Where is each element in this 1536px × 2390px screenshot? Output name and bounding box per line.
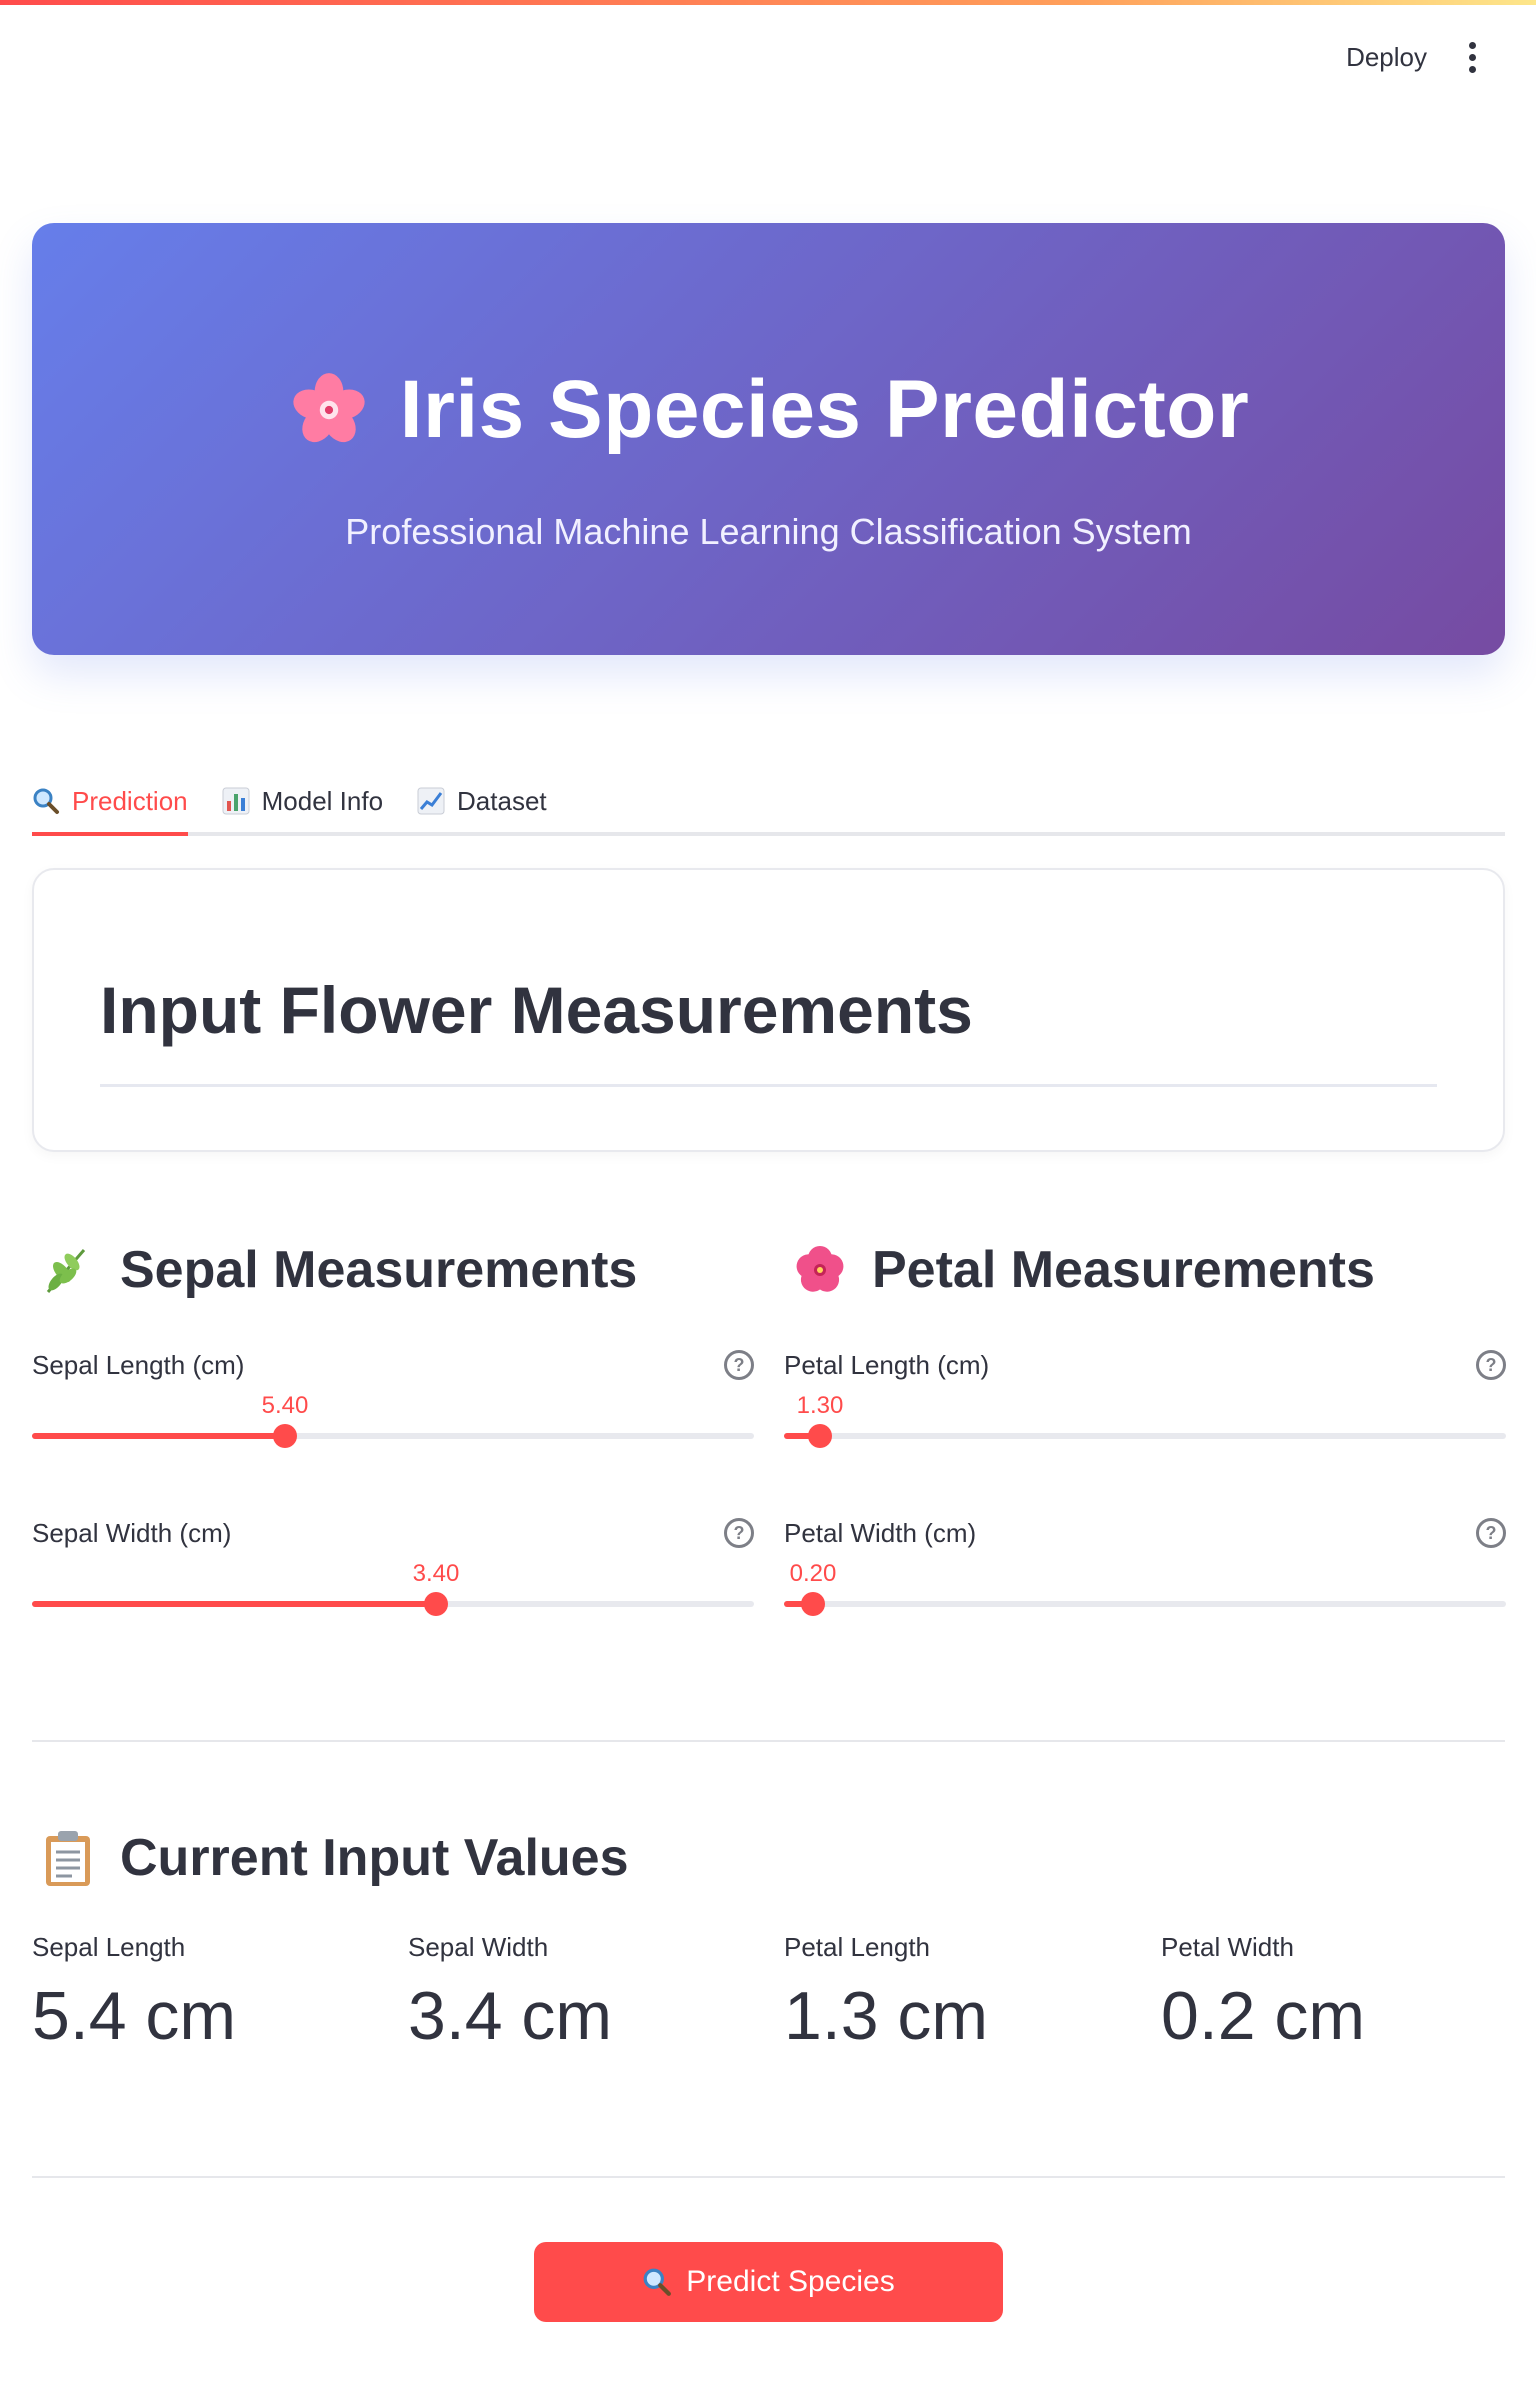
metric-petal-width: Petal Width 0.2 cm [1161,1932,1521,2055]
line-chart-icon [417,787,445,815]
herb-icon [46,1249,86,1293]
tab-model-info[interactable]: Model Info [222,770,383,832]
page-subtitle: Professional Machine Learning Classifica… [345,511,1192,552]
app-toolbar: Deploy [1346,38,1482,77]
slider-thumb[interactable] [424,1592,448,1616]
predict-button-label: Predict Species [686,2265,895,2298]
petal-section-heading: Petal Measurements [792,1240,1375,1300]
card-divider [100,1084,1437,1087]
magnifier-icon [643,2268,672,2296]
slider-thumb[interactable] [801,1592,825,1616]
slider-thumb[interactable] [273,1424,297,1448]
predict-species-button[interactable]: Predict Species [534,2242,1003,2322]
bar-chart-icon [222,787,250,815]
metric-label: Sepal Length [32,1932,186,1962]
slider-fill [32,1601,436,1607]
page-title: Iris Species Predictor [399,364,1250,455]
cherry-blossom-icon [293,373,365,443]
current-values-heading-text: Current Input Values [120,1829,629,1887]
clipboard-icon [46,1831,90,1886]
metric-petal-length: Petal Length 1.3 cm [784,1932,1144,2055]
metric-value: 1.3 cm [784,1978,989,2054]
tab-prediction[interactable]: Prediction [32,770,188,836]
metric-value: 5.4 cm [32,1978,237,2054]
slider-value: 0.20 [789,1560,837,1587]
metric-sepal-length: Sepal Length 5.4 cm [32,1932,392,2055]
metric-value: 3.4 cm [408,1978,613,2054]
petal-heading-text: Petal Measurements [872,1241,1375,1299]
tab-dataset-label: Dataset [457,785,547,816]
slider-label: Sepal Length (cm) [32,1350,245,1380]
slider-track[interactable] [784,1601,1506,1607]
input-measurements-card: Input Flower Measurements [32,868,1505,1152]
help-icon[interactable]: ? [724,1518,754,1548]
slider-label: Petal Width (cm) [784,1518,977,1548]
hero-banner: Iris Species Predictor Professional Mach… [32,223,1505,655]
sepal-width-slider[interactable]: Sepal Width (cm) ? 3.40 [32,1518,754,1668]
tab-bar: Prediction Model Info Dataset [32,770,1505,836]
current-values-heading: Current Input Values [40,1828,629,1888]
tab-dataset[interactable]: Dataset [417,770,547,832]
petal-length-slider[interactable]: Petal Length (cm) ? 1.30 [784,1350,1506,1500]
slider-thumb[interactable] [808,1424,832,1448]
deploy-button[interactable]: Deploy [1346,42,1427,73]
slider-value: 3.40 [412,1560,460,1587]
slider-fill [32,1433,285,1439]
hero-title-row: Iris Species Predictor [32,363,1505,457]
magnifier-icon [33,788,59,814]
slider-track[interactable] [32,1601,754,1607]
slider-value: 1.30 [796,1392,844,1419]
metric-sepal-width: Sepal Width 3.4 cm [408,1932,768,2055]
sepal-length-slider[interactable]: Sepal Length (cm) ? 5.40 [32,1350,754,1500]
tab-prediction-label: Prediction [72,785,188,816]
section-divider [32,1740,1505,1742]
top-decoration-bar [0,0,1536,5]
metric-label: Petal Width [1161,1932,1294,1962]
sepal-heading-text: Sepal Measurements [120,1241,638,1299]
help-icon[interactable]: ? [1476,1518,1506,1548]
help-icon[interactable]: ? [1476,1350,1506,1380]
metric-label: Petal Length [784,1932,931,1962]
sepal-section-heading: Sepal Measurements [40,1240,637,1300]
tab-model-info-label: Model Info [261,785,384,816]
metric-label: Sepal Width [408,1932,549,1962]
slider-label: Sepal Width (cm) [32,1518,232,1548]
slider-track[interactable] [32,1433,754,1439]
metric-value: 0.2 cm [1161,1978,1366,2054]
help-icon[interactable]: ? [724,1350,754,1380]
main-menu-icon[interactable] [1463,38,1482,77]
slider-value: 5.40 [261,1392,309,1419]
slider-label: Petal Length (cm) [784,1350,990,1380]
section-divider [32,2176,1505,2178]
slider-track[interactable] [784,1433,1506,1439]
hibiscus-icon [796,1246,844,1292]
petal-width-slider[interactable]: Petal Width (cm) ? 0.20 [784,1518,1506,1668]
input-card-title: Input Flower Measurements [100,973,973,1047]
